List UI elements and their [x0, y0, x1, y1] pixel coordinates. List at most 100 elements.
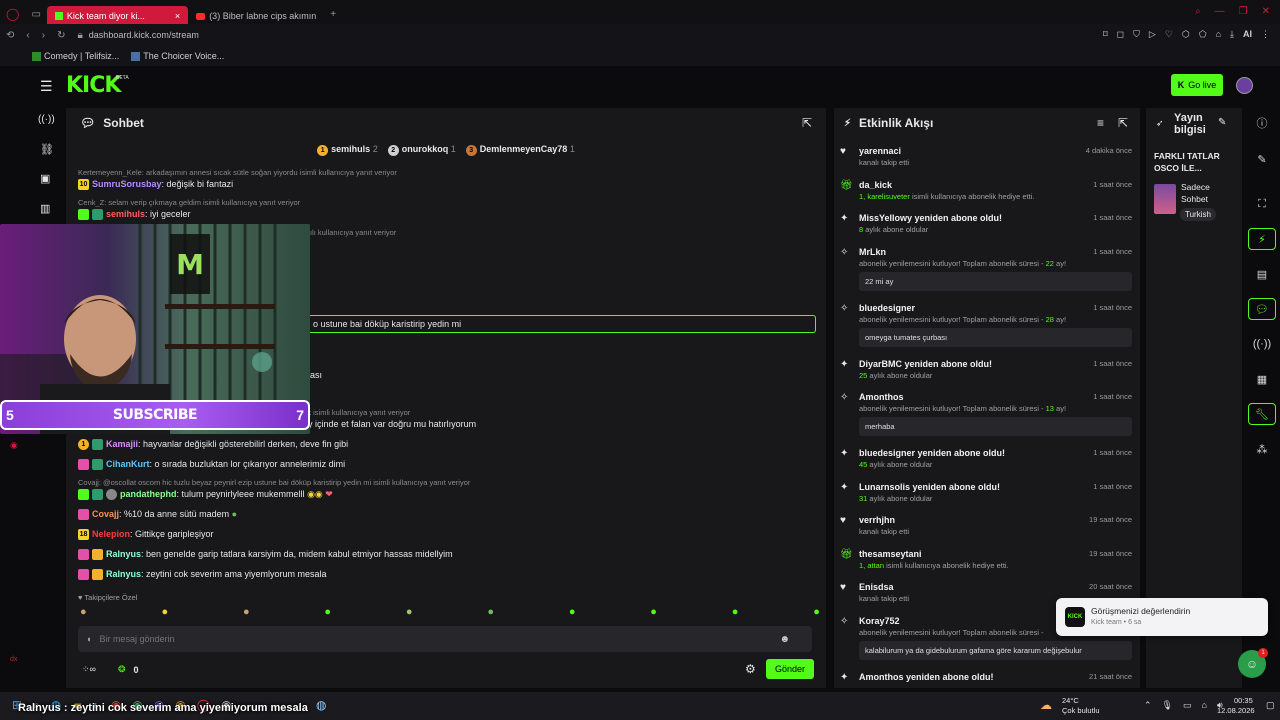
- url-field[interactable]: dashboard.kick.com/stream: [89, 30, 199, 40]
- notification-toast[interactable]: KICK Görüşmenizi değerlendirin Kick team…: [1056, 598, 1268, 636]
- emote-icon[interactable]: ●: [161, 606, 168, 618]
- message-input[interactable]: [99, 634, 780, 644]
- gifter-3[interactable]: 3 DemlenmeyenCay78 1: [465, 144, 575, 156]
- hamburger-menu-icon[interactable]: ☰: [40, 78, 53, 95]
- feed-item[interactable]: ✦ bluedesigner yeniden abone oldu! 1 saat …: [840, 448, 1132, 469]
- message-input-box[interactable]: ◖ ☻: [78, 626, 812, 652]
- new-tab-icon[interactable]: +: [324, 9, 342, 20]
- emoji-icon[interactable]: ☻: [779, 634, 790, 645]
- tools-icon[interactable]: 🔧︎: [1248, 403, 1276, 425]
- emote-icon[interactable]: ●: [732, 606, 739, 618]
- emote-icon[interactable]: ●: [243, 606, 250, 618]
- filter-icon[interactable]: ≡: [1097, 116, 1104, 130]
- emote-icon[interactable]: ●: [813, 606, 820, 618]
- chat-message[interactable]: Covajj: %10 da anne sütü madem ●: [78, 509, 237, 521]
- feed-item[interactable]: ✧ Amonthos 1 saat önce abonelik yenilemesin…: [840, 392, 1132, 436]
- chat-message[interactable]: ası: [310, 370, 322, 380]
- link-icon[interactable]: ⛓: [40, 143, 54, 156]
- broadcast-icon[interactable]: ((·)): [38, 114, 55, 125]
- activity-icon[interactable]: ⚡︎: [1248, 228, 1276, 250]
- feed-item[interactable]: ✧ bluedesigner 1 saat önce abonelik yenilem…: [840, 303, 1132, 347]
- chat-message[interactable]: pandathephd: tulum peynirlyleee mukemmel…: [78, 489, 333, 501]
- back-icon[interactable]: ‹: [20, 30, 35, 41]
- feed-item[interactable]: ♥ yarennaci 4 dakika önce kanalı takip etti: [840, 146, 1132, 167]
- storage-icon[interactable]: ▦: [1248, 368, 1276, 390]
- camera-icon[interactable]: ◻: [1117, 29, 1124, 40]
- infinity-icon[interactable]: ⁘∞: [82, 664, 96, 675]
- chat-message[interactable]: CihanKurt: o sırada buzluktan lor çıkarı…: [78, 459, 345, 471]
- globe-icon[interactable]: ◍: [316, 698, 326, 712]
- pencil-icon[interactable]: ✎: [1248, 148, 1276, 170]
- shield-icon[interactable]: ⛉: [1133, 29, 1140, 40]
- notification-icon[interactable]: ▢: [1266, 700, 1275, 711]
- clock-date[interactable]: 12.08.2026: [1217, 706, 1255, 715]
- emote-icon[interactable]: ●: [487, 606, 494, 618]
- gifter-1[interactable]: 1 semihuls 2: [317, 144, 378, 156]
- play-icon[interactable]: ▷: [1149, 29, 1156, 40]
- chat-message[interactable]: Ralnyus: zeytini cok severim ama yiyemly…: [78, 569, 327, 581]
- analytics-icon[interactable]: ▥: [40, 202, 50, 215]
- restore-icon[interactable]: ❐: [1239, 6, 1248, 17]
- feed-item[interactable]: ✦ Lunarnsolis yeniden abone oldu! 1 saat ö…: [840, 482, 1132, 503]
- window-icon[interactable]: ▣: [40, 172, 50, 185]
- emote-icon[interactable]: ●: [406, 606, 413, 618]
- bookmark-icon[interactable]: ⌑: [1103, 29, 1108, 40]
- info-icon[interactable]: ⓘ: [1248, 112, 1276, 134]
- bookmark-choicer[interactable]: The Choicer Voice...: [131, 51, 224, 61]
- close-window-icon[interactable]: ✕: [1262, 6, 1270, 17]
- send-button[interactable]: Gönder: [766, 659, 814, 679]
- emote-icon[interactable]: ●: [569, 606, 576, 618]
- forward-icon[interactable]: ›: [36, 30, 51, 41]
- highlighted-message[interactable]: o ustune bai döküp karistirip yedin mi: [226, 315, 816, 333]
- feed-item[interactable]: ✦ Amonthos yeniden abone oldu! 21 saat önc…: [840, 672, 1132, 683]
- clock-time[interactable]: 00:35: [1234, 696, 1253, 705]
- tab-list-icon[interactable]: ▭: [25, 9, 46, 20]
- document-icon[interactable]: ▤: [1248, 263, 1276, 285]
- ai-icon[interactable]: AI: [1243, 29, 1252, 40]
- chat-settings-icon[interactable]: ⚙: [745, 662, 756, 676]
- language-tag[interactable]: Turkish: [1180, 208, 1216, 221]
- feed-item[interactable]: ✦ MissYellowy yeniden abone oldu! 1 saat ö…: [840, 213, 1132, 234]
- wallet-icon[interactable]: ⌂: [1216, 29, 1221, 40]
- reload-icon[interactable]: ↻: [51, 30, 71, 41]
- chat-message[interactable]: Ralnyus: ben genelde garip tatlara karsi…: [78, 549, 453, 561]
- edit-icon[interactable]: ✎: [1218, 117, 1226, 128]
- broadcast-icon[interactable]: ((·)): [1248, 333, 1276, 355]
- chat-message[interactable]: 1 Kamajii: hayvanlar değişikli gösterebil…: [78, 439, 348, 451]
- chevron-up-icon[interactable]: ⌃: [1144, 700, 1152, 711]
- chat-message[interactable]: semihuls: iyi geceler: [78, 209, 191, 221]
- support-chat-button[interactable]: ☺ 1: [1238, 648, 1268, 678]
- emote-icon[interactable]: ●: [324, 606, 331, 618]
- chat-icon[interactable]: 💬︎: [1248, 298, 1276, 320]
- category-thumbnail[interactable]: [1154, 184, 1176, 214]
- popout-icon[interactable]: ⇱: [802, 116, 812, 130]
- network-icon[interactable]: ⌂: [1202, 700, 1207, 711]
- mic-icon[interactable]: 🎙︎: [1162, 700, 1173, 711]
- go-live-button[interactable]: K Go live: [1171, 74, 1223, 96]
- feed-item[interactable]: 🎁︎ da_kick 1 saat önce 1, karelisuveter isi…: [840, 180, 1132, 201]
- chat-message[interactable]: 18 Nelepion: Gittikçe garipleşiyor: [78, 529, 214, 541]
- sidebar-toggle-icon[interactable]: ⟲: [0, 30, 20, 41]
- search-icon[interactable]: ⌕: [1195, 6, 1201, 17]
- feed-item[interactable]: ✧ MrLkn 1 saat önce abonelik yenilemesini k…: [840, 247, 1132, 291]
- emote-icon[interactable]: ●: [80, 606, 87, 618]
- bookmark-comedy[interactable]: Comedy | Telifsiz...: [32, 51, 119, 61]
- share-icon[interactable]: ⁂: [1248, 438, 1276, 460]
- display-icon[interactable]: ▭: [1183, 700, 1192, 711]
- tab-kick-team[interactable]: Kick team diyor ki... ×: [46, 6, 189, 26]
- menu-icon[interactable]: ⋮: [1261, 29, 1270, 40]
- avatar[interactable]: [1236, 77, 1253, 94]
- extensions-icon[interactable]: ⬠: [1199, 29, 1207, 40]
- tab-youtube[interactable]: (3) Biber labne cips akımın: [188, 6, 324, 26]
- close-tab-icon[interactable]: ×: [175, 11, 180, 21]
- opera-logo-icon[interactable]: ◯: [0, 7, 25, 21]
- fullscreen-icon[interactable]: ⛶: [1248, 193, 1276, 215]
- gifter-2[interactable]: 2 onurokkoq 1: [387, 144, 456, 156]
- minimize-icon[interactable]: —: [1215, 6, 1225, 17]
- chat-message[interactable]: 10 SumruSorusbay: değişik bi fantazi: [78, 179, 233, 191]
- popout-icon[interactable]: ⇱: [1118, 116, 1128, 130]
- emote-icon[interactable]: ●: [650, 606, 657, 618]
- feed-item[interactable]: 🎁︎ thesamseytani 19 saat önce 1, attan isim…: [840, 549, 1132, 570]
- kick-logo[interactable]: KICK: [66, 73, 121, 98]
- feed-item[interactable]: ♥ verrhjhn 19 saat önce kanalı takip etti: [840, 515, 1132, 536]
